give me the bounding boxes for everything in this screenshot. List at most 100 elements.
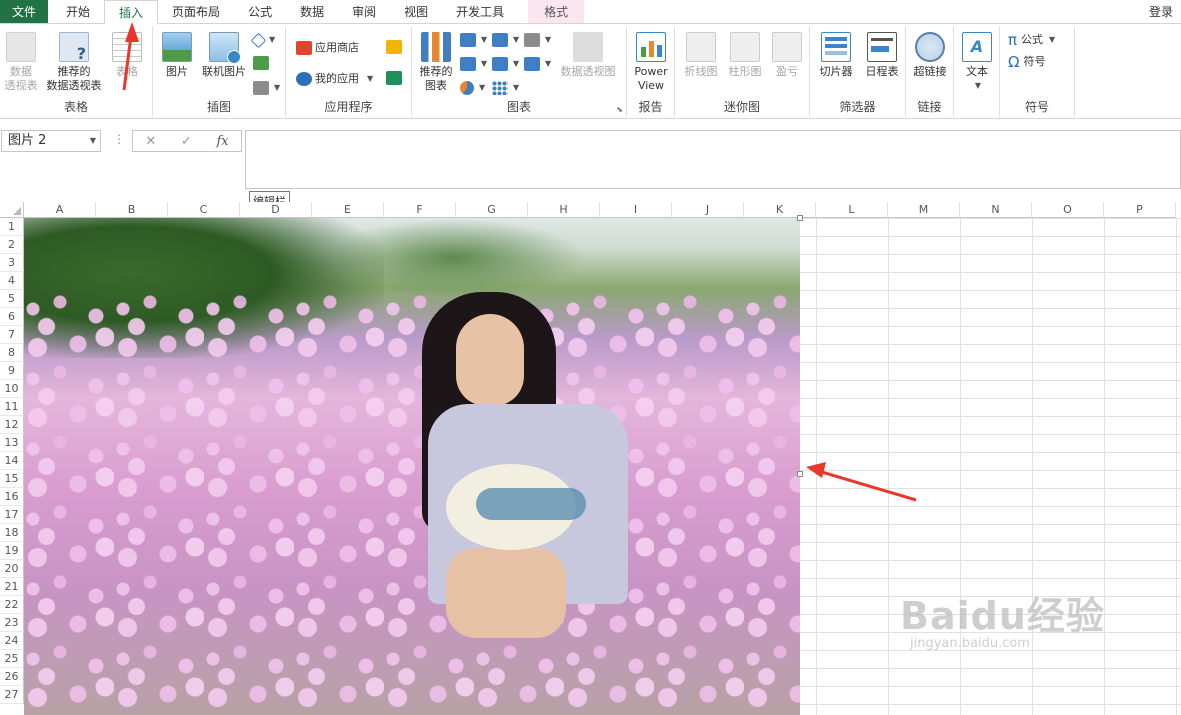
row-header[interactable]: 27 <box>0 686 24 704</box>
column-header[interactable]: C <box>168 202 240 218</box>
shapes-button[interactable]: ▼ <box>250 32 275 48</box>
column-header[interactable]: P <box>1104 202 1176 218</box>
app-store-button[interactable]: 应用商店 <box>296 40 359 56</box>
tab-page-layout[interactable]: 页面布局 <box>158 0 234 23</box>
row-header[interactable]: 6 <box>0 308 24 326</box>
row-header[interactable]: 19 <box>0 542 24 560</box>
power-view-button[interactable]: Power View <box>629 32 673 93</box>
column-header[interactable]: N <box>960 202 1032 218</box>
row-header[interactable]: 13 <box>0 434 24 452</box>
formula-input[interactable] <box>245 130 1181 189</box>
row-header[interactable]: 23 <box>0 614 24 632</box>
slicer-button[interactable]: 切片器 <box>814 32 858 79</box>
bing-maps-button[interactable] <box>386 40 405 54</box>
column-header[interactable]: M <box>888 202 960 218</box>
symbol-button[interactable]: Ω 符号 <box>1008 54 1045 70</box>
area-chart-button[interactable]: ▼ <box>492 56 519 72</box>
row-header[interactable]: 25 <box>0 650 24 668</box>
column-header[interactable]: J <box>672 202 744 218</box>
picture-resize-handle[interactable] <box>797 471 803 477</box>
column-header[interactable]: K <box>744 202 816 218</box>
row-header[interactable]: 12 <box>0 416 24 434</box>
row-header[interactable]: 22 <box>0 596 24 614</box>
picture-button[interactable]: 图片 <box>159 32 195 79</box>
winloss-sparkline-button[interactable]: 盈亏 <box>767 32 807 79</box>
radar-chart-button[interactable]: ▼ <box>524 32 551 48</box>
text-button[interactable]: A 文本 ▼ <box>956 32 998 93</box>
column-header[interactable]: B <box>96 202 168 218</box>
name-box[interactable]: 图片 2 ▼ <box>1 130 101 152</box>
row-header[interactable]: 10 <box>0 380 24 398</box>
row-header[interactable]: 20 <box>0 560 24 578</box>
column-header[interactable]: I <box>600 202 672 218</box>
column-chart-button[interactable]: ▼ <box>460 32 487 48</box>
pie-chart-button[interactable]: ▼ <box>460 80 485 96</box>
tab-developer[interactable]: 开发工具 <box>442 0 518 23</box>
column-header[interactable]: O <box>1032 202 1104 218</box>
equation-button[interactable]: π 公式 ▼ <box>1008 32 1055 48</box>
tab-insert[interactable]: 插入 <box>104 0 159 24</box>
picture-resize-handle[interactable] <box>797 215 803 221</box>
recommended-pivot-button[interactable]: ? 推荐的 数据透视表 <box>42 32 106 93</box>
people-graph-button[interactable] <box>386 71 405 85</box>
column-header[interactable]: F <box>384 202 456 218</box>
pivot-chart-button[interactable]: 数据透视图 <box>556 32 620 79</box>
tab-data[interactable]: 数据 <box>286 0 338 23</box>
login-link[interactable]: 登录 <box>1149 0 1181 23</box>
tab-review[interactable]: 审阅 <box>338 0 390 23</box>
pivot-table-button[interactable]: 数据 透视表 <box>2 32 40 93</box>
column-header[interactable]: H <box>528 202 600 218</box>
line-chart-button[interactable]: ▼ <box>460 56 487 72</box>
inserted-picture[interactable] <box>24 218 800 715</box>
column-header[interactable]: G <box>456 202 528 218</box>
row-header[interactable]: 4 <box>0 272 24 290</box>
screenshot-button[interactable]: ▼ <box>253 80 280 96</box>
scatter-chart-button[interactable]: ▼ <box>492 80 519 96</box>
tab-formulas[interactable]: 公式 <box>234 0 286 23</box>
row-header[interactable]: 14 <box>0 452 24 470</box>
online-picture-button[interactable]: 联机图片 <box>199 32 249 79</box>
select-all-button[interactable] <box>0 202 24 218</box>
column-header[interactable]: D <box>240 202 312 218</box>
dialog-launcher-icon[interactable]: ⬊ <box>616 105 623 114</box>
timeline-button[interactable]: 日程表 <box>860 32 904 79</box>
cancel-icon[interactable]: ✕ <box>145 134 156 149</box>
column-header[interactable]: A <box>24 202 96 218</box>
my-apps-icon <box>296 72 312 86</box>
column-sparkline-button[interactable]: 柱形图 <box>723 32 767 79</box>
row-header[interactable]: 3 <box>0 254 24 272</box>
row-header[interactable]: 26 <box>0 668 24 686</box>
row-header[interactable]: 1 <box>0 218 24 236</box>
bar-chart-button[interactable]: ▼ <box>492 32 519 48</box>
combo-chart-button[interactable]: ▼ <box>524 56 551 72</box>
row-header[interactable]: 16 <box>0 488 24 506</box>
row-header[interactable]: 11 <box>0 398 24 416</box>
row-header[interactable]: 17 <box>0 506 24 524</box>
line-sparkline-button[interactable]: 折线图 <box>679 32 723 79</box>
tab-view[interactable]: 视图 <box>390 0 442 23</box>
enter-icon[interactable]: ✓ <box>181 134 192 149</box>
row-header[interactable]: 15 <box>0 470 24 488</box>
tab-format[interactable]: 格式 <box>528 0 585 23</box>
tab-file[interactable]: 文件 <box>0 0 49 23</box>
hyperlink-button[interactable]: 超链接 <box>908 32 952 79</box>
recommended-charts-button[interactable]: 推荐的 图表 <box>414 32 458 93</box>
column-header[interactable]: L <box>816 202 888 218</box>
row-header[interactable]: 2 <box>0 236 24 254</box>
timeline-icon <box>867 32 897 62</box>
chevron-down-icon[interactable]: ▼ <box>90 131 96 151</box>
table-button[interactable]: 表格 <box>108 32 146 79</box>
tab-home[interactable]: 开始 <box>52 0 104 23</box>
insert-function-button[interactable]: fx <box>216 134 228 149</box>
smartart-button[interactable] <box>253 56 272 70</box>
row-header[interactable]: 5 <box>0 290 24 308</box>
row-header[interactable]: 21 <box>0 578 24 596</box>
row-header[interactable]: 24 <box>0 632 24 650</box>
row-header[interactable]: 18 <box>0 524 24 542</box>
formula-bar-splitter[interactable]: ⋮ <box>113 132 125 146</box>
my-apps-button[interactable]: 我的应用 ▼ <box>296 71 373 87</box>
column-header[interactable]: E <box>312 202 384 218</box>
row-header[interactable]: 9 <box>0 362 24 380</box>
row-header[interactable]: 8 <box>0 344 24 362</box>
row-header[interactable]: 7 <box>0 326 24 344</box>
